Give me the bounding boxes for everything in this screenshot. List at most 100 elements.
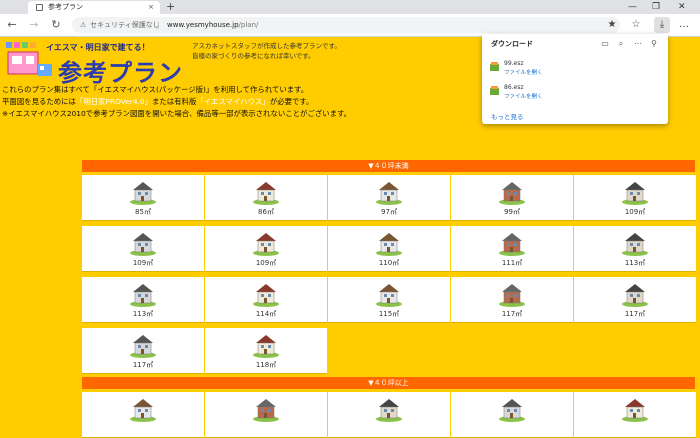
plan-size-label: 117㎡ (624, 310, 646, 318)
plan-size-label: 99㎡ (504, 208, 520, 216)
product-link-ashitaya[interactable]: 「明日家PROVer4.0」 (76, 97, 152, 106)
open-file-link[interactable]: ファイルを開く (504, 68, 543, 76)
house-thumbnail-icon (253, 233, 279, 256)
reload-icon[interactable]: ↻ (48, 17, 64, 33)
plan-card[interactable]: 85㎡ (82, 175, 204, 221)
minimize-button[interactable]: — (628, 0, 637, 14)
plan-card[interactable] (82, 392, 204, 438)
house-thumbnail-icon (622, 284, 648, 307)
search-icon[interactable]: ⌕ (615, 38, 627, 50)
house-thumbnail-icon (376, 284, 402, 307)
more-icon[interactable]: ⋯ (632, 38, 644, 50)
maximize-button[interactable]: ❐ (652, 0, 660, 14)
plan-size-label: 85㎡ (135, 208, 151, 216)
product-link-yesmyhouse[interactable]: 「イエスマイハウス」 (196, 97, 269, 106)
house-thumbnail-icon (376, 399, 402, 422)
file-icon (490, 86, 499, 95)
open-file-link[interactable]: ファイルを開く (504, 92, 543, 100)
tab-active[interactable]: 参考プラン × (28, 1, 160, 14)
download-item[interactable]: 86.esz ファイルを開く (490, 84, 660, 102)
plan-card[interactable] (451, 392, 573, 438)
plan-card[interactable]: 109㎡ (82, 226, 204, 272)
house-thumbnail-icon (499, 182, 525, 205)
plan-card[interactable]: 110㎡ (328, 226, 450, 272)
house-thumbnail-icon (130, 233, 156, 256)
house-thumbnail-icon (130, 284, 156, 307)
favorites-icon[interactable]: ☆ (628, 17, 644, 33)
plan-card[interactable]: 109㎡ (205, 226, 327, 272)
url-text: www.yesmyhouse.jp/plan/ (167, 17, 258, 33)
file-icon (490, 62, 499, 71)
url-path: /plan/ (238, 21, 259, 29)
plan-card[interactable]: 118㎡ (205, 328, 327, 374)
url-input[interactable]: ⚠ セキュリティ保護なし | www.yesmyhouse.jp/plan/ (72, 17, 620, 33)
house-thumbnail-icon (376, 182, 402, 205)
url-separator: | (157, 21, 160, 29)
downloads-icon[interactable]: ⤓ (654, 17, 670, 33)
plan-size-label: 115㎡ (378, 310, 400, 318)
plan-grid-over-40 (82, 392, 696, 438)
house-thumbnail-icon (499, 399, 525, 422)
description-text-c: が必要です。 (269, 97, 314, 106)
description-text-a: 平面図を見るためには (2, 97, 76, 106)
slogan-text: イエスマ・明日家で建てる！ (46, 43, 150, 52)
plan-size-label: 111㎡ (501, 259, 523, 267)
forward-icon[interactable]: → (26, 17, 42, 33)
download-item[interactable]: 99.esz ファイルを開く (490, 60, 660, 78)
plan-card[interactable]: 113㎡ (574, 226, 696, 272)
plan-card[interactable]: 86㎡ (205, 175, 327, 221)
warning-icon: ⚠ (80, 21, 87, 29)
plan-size-label: 109㎡ (624, 208, 646, 216)
plan-size-label: 114㎡ (255, 310, 277, 318)
page-title: 参考プラン (58, 59, 183, 87)
back-icon[interactable]: ← (4, 17, 20, 33)
plan-card[interactable]: 111㎡ (451, 226, 573, 272)
tab-title: 参考プラン (48, 3, 83, 11)
house-thumbnail-icon (376, 233, 402, 256)
house-thumbnail-icon (253, 335, 279, 358)
description-text-b: または有料版 (151, 97, 197, 106)
show-more-link[interactable]: もっと見る (491, 111, 524, 121)
description-line-1: これらのプラン集はすべて「イエスマイハウス(パッケージ版)」を利用して作られてい… (2, 85, 309, 94)
pin-icon[interactable]: ⚲ (648, 38, 660, 50)
downloads-panel: ダウンロード ▭ ⌕ ⋯ ⚲ 99.esz ファイルを開く 86.esz ファイ… (482, 34, 668, 124)
plan-card[interactable]: 114㎡ (205, 277, 327, 323)
plan-card[interactable] (574, 392, 696, 438)
downloads-title: ダウンロード (491, 40, 533, 48)
house-thumbnail-icon (499, 284, 525, 307)
house-thumbnail-icon (130, 182, 156, 205)
url-host: www.yesmyhouse.jp (167, 21, 239, 29)
plan-card[interactable]: 117㎡ (574, 277, 696, 323)
section-header-under-40: ▼４０坪未満 (82, 160, 695, 172)
house-thumbnail-icon (622, 182, 648, 205)
plan-card[interactable]: 115㎡ (328, 277, 450, 323)
section-header-over-40: ▼４０坪以上 (82, 377, 695, 389)
open-folder-icon[interactable]: ▭ (599, 38, 611, 50)
description-line-2: 平面図を見るためには「明日家PROVer4.0」または有料版「イエスマイハウス」… (2, 96, 351, 108)
plan-card[interactable]: 97㎡ (328, 175, 450, 221)
plan-size-label: 109㎡ (132, 259, 154, 267)
house-thumbnail-icon (622, 233, 648, 256)
security-label[interactable]: セキュリティ保護なし (90, 17, 160, 33)
more-options-icon[interactable]: … (676, 17, 692, 33)
plan-card[interactable]: 117㎡ (451, 277, 573, 323)
download-filename: 86.esz (504, 84, 524, 91)
tab-close-icon[interactable]: × (148, 1, 154, 14)
plan-card[interactable]: 99㎡ (451, 175, 573, 221)
plan-card[interactable] (328, 392, 450, 438)
plan-card[interactable]: 113㎡ (82, 277, 204, 323)
tab-bar: 参考プラン × + — ❐ ✕ (0, 0, 700, 14)
house-thumbnail-icon (253, 182, 279, 205)
new-tab-button[interactable]: + (166, 0, 175, 14)
add-favorite-icon[interactable]: ★ (604, 17, 620, 33)
plan-size-label: 110㎡ (378, 259, 400, 267)
intro-line-2: 皆様の家づくりの参考になれば幸いです。 (192, 52, 315, 60)
house-thumbnail-icon (622, 399, 648, 422)
plan-size-label: 109㎡ (255, 259, 277, 267)
plan-size-label: 118㎡ (255, 361, 277, 369)
page-favicon-icon (36, 4, 43, 11)
plan-card[interactable]: 109㎡ (574, 175, 696, 221)
plan-card[interactable] (205, 392, 327, 438)
close-window-button[interactable]: ✕ (678, 0, 686, 14)
plan-card[interactable]: 117㎡ (82, 328, 204, 374)
